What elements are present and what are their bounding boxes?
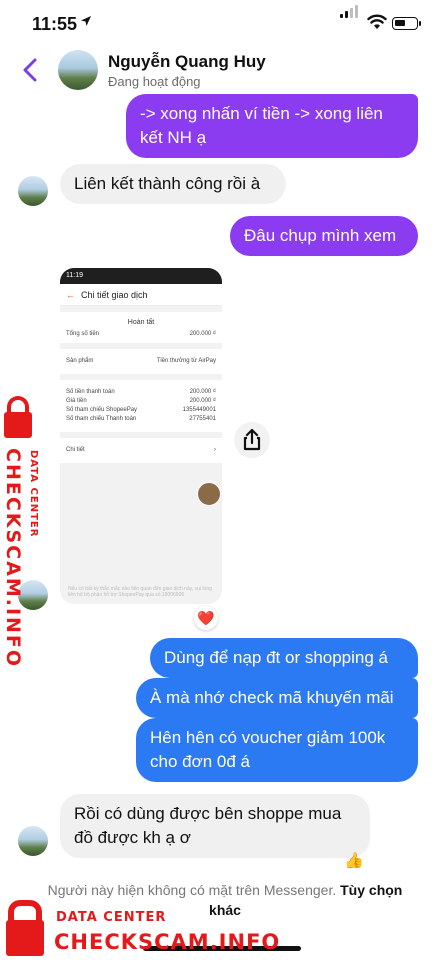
screenshot-summary-card: Hoàn tất Tổng số tiền 200.000 ₫: [60, 312, 222, 343]
watermark-sub: DATA CENTER: [56, 910, 167, 925]
screenshot-row: Giá tiền 200.000 ₫: [66, 398, 216, 404]
screenshot-row: Tổng số tiền 200.000 ₫: [66, 331, 216, 337]
watermark-lock-icon: [6, 920, 44, 956]
wifi-icon: [367, 14, 387, 29]
watermark-brand: CHECKSCAM.INFO: [2, 448, 24, 669]
screenshot-detail-card: Số tiền thanh toán 200.000 ₫ Giá tiền 200.…: [60, 380, 222, 432]
screenshot-status-bar: 11:19: [60, 268, 222, 284]
location-arrow-icon: [81, 16, 91, 26]
conversation-header: Nguyễn Quang Huy Đang hoạt động: [0, 44, 444, 96]
screenshot-more-card: Chi tiết ›: [60, 438, 222, 463]
contact-avatar-small: [18, 176, 48, 206]
screenshot-row: Số tham chiếu ShopeePay 1355449001: [66, 407, 216, 413]
contact-avatar-small: [18, 826, 48, 856]
status-bar: 11:55: [0, 0, 444, 48]
message-bubble[interactable]: Liên kết thành công rồi à: [60, 164, 286, 204]
watermark-sub: DATA CENTER: [28, 450, 39, 538]
notice-text: Người này hiện không có mặt trên Messeng…: [47, 882, 337, 898]
screenshot-row: Sản phẩm Tiền thưởng từ AirPay: [66, 358, 216, 364]
message-bubble[interactable]: À mà nhớ check mã khuyến mãi: [136, 678, 418, 718]
contact-name[interactable]: Nguyễn Quang Huy: [108, 52, 266, 72]
back-arrow-icon: ←: [66, 290, 75, 300]
chat-head-avatar: [197, 482, 221, 506]
screenshot-row: Số tiền thanh toán 200.000 ₫: [66, 389, 216, 395]
message-bubble[interactable]: Dùng để nạp đt or shopping á: [150, 638, 418, 678]
screenshot-title: Chi tiết giao dịch: [81, 290, 148, 300]
screenshot-status: Hoàn tất: [127, 319, 155, 326]
message-list[interactable]: -> xong nhấn ví tiền -> xong liên kết NH…: [0, 94, 444, 870]
screenshot-product-card: Sản phẩm Tiền thưởng từ AirPay: [60, 349, 222, 374]
status-time: 11:55: [32, 14, 78, 34]
contact-avatar[interactable]: [58, 50, 98, 90]
screenshot-row: Số tham chiếu Thanh toán 27755401: [66, 416, 216, 422]
watermark-brand: CHECKSCAM.INFO: [54, 930, 281, 954]
battery-icon: [392, 17, 421, 30]
message-bubble[interactable]: Đâu chụp mình xem: [230, 216, 418, 256]
watermark-lock-icon: [4, 412, 32, 438]
back-chevron-icon[interactable]: [18, 56, 42, 84]
share-icon[interactable]: [234, 422, 270, 458]
contact-status: Đang hoạt động: [108, 74, 201, 89]
message-bubble[interactable]: -> xong nhấn ví tiền -> xong liên kết NH…: [126, 94, 418, 158]
message-bubble[interactable]: Hên hên có voucher giảm 100k cho đơn 0đ …: [136, 718, 418, 782]
heart-reaction-icon[interactable]: ❤️: [194, 606, 218, 630]
screenshot-header: ← Chi tiết giao dịch: [60, 284, 222, 306]
screenshot-footer: Nếu có bất kỳ thắc mắc nào liên quan đến…: [68, 586, 212, 598]
message-bubble[interactable]: Rồi có dùng được bên shoppe mua đồ được …: [60, 794, 370, 858]
shared-screenshot-image[interactable]: 11:19 ← Chi tiết giao dịch Hoàn tất Tổng …: [60, 268, 222, 604]
